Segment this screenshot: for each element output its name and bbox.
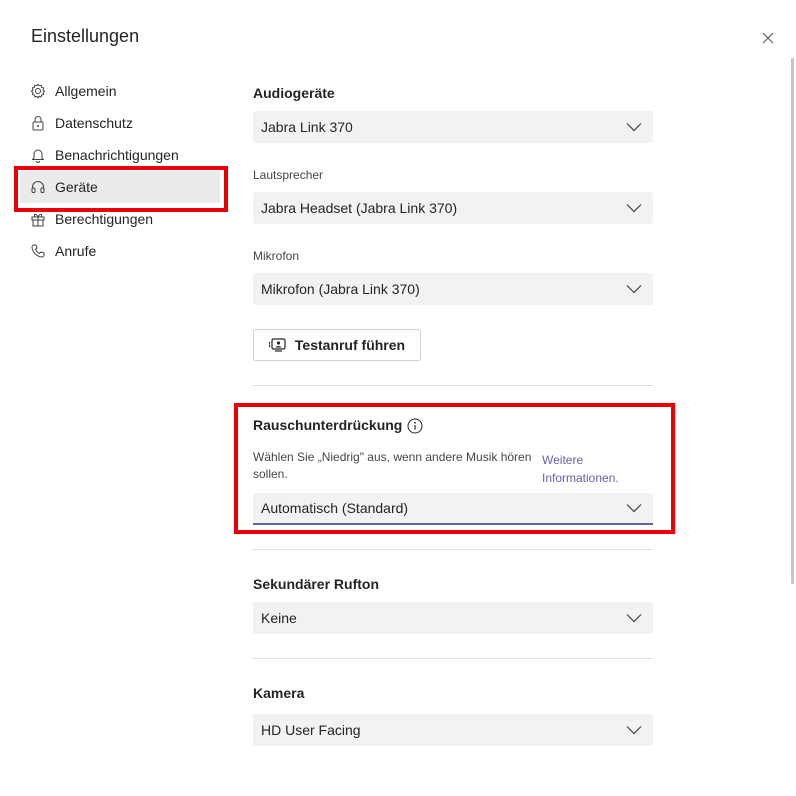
sidebar-item-berechtigungen[interactable]: Berechtigungen [20, 203, 220, 235]
chevron-down-icon [625, 609, 643, 627]
section-title-noise: Rauschunterdrückung [253, 417, 403, 433]
sidebar-item-label: Anrufe [55, 243, 97, 259]
dropdown-value: Mikrofon (Jabra Link 370) [261, 281, 420, 297]
info-icon[interactable] [407, 418, 423, 434]
noise-description: Wählen Sie „Niedrig" aus, wenn andere Mu… [253, 450, 532, 481]
secondary-ringer-dropdown[interactable]: Keine [253, 602, 653, 634]
test-call-label: Testanruf führen [294, 337, 406, 353]
dropdown-value: Jabra Link 370 [261, 119, 353, 135]
sidebar-item-label: Benachrichtigungen [55, 147, 179, 163]
headset-icon [29, 178, 47, 196]
divider [253, 385, 653, 386]
phone-icon [29, 242, 47, 260]
sidebar-item-label: Allgemein [55, 83, 117, 99]
dropdown-value: HD User Facing [261, 722, 361, 738]
section-title-camera: Kamera [253, 685, 305, 701]
bell-icon [29, 146, 47, 164]
close-icon [762, 32, 774, 44]
sidebar-item-label: Geräte [55, 179, 98, 195]
section-title-ringer: Sekundärer Rufton [253, 576, 380, 592]
speaker-dropdown[interactable]: Jabra Headset (Jabra Link 370) [253, 192, 653, 224]
chevron-down-icon [625, 280, 643, 298]
gear-icon [29, 82, 47, 100]
camera-dropdown[interactable]: HD User Facing [253, 714, 653, 746]
chevron-down-icon [625, 721, 643, 739]
test-call-button[interactable]: Testanruf führen [253, 329, 421, 361]
sidebar-item-geraete[interactable]: Geräte [20, 171, 220, 203]
sidebar-item-anrufe[interactable]: Anrufe [20, 235, 220, 267]
dropdown-value: Jabra Headset (Jabra Link 370) [261, 200, 458, 216]
mic-label: Mikrofon [253, 249, 300, 263]
audio-device-dropdown[interactable]: Jabra Link 370 [253, 111, 653, 143]
noise-suppression-dropdown[interactable]: Automatisch (Standard) [253, 493, 653, 525]
sidebar-item-label: Datenschutz [55, 115, 133, 131]
divider [253, 658, 653, 659]
chevron-down-icon [625, 118, 643, 136]
divider [253, 549, 653, 550]
test-call-icon [268, 337, 287, 353]
dropdown-value: Automatisch (Standard) [261, 500, 409, 516]
sidebar-item-datenschutz[interactable]: Datenschutz [20, 107, 220, 139]
sidebar-item-benachrichtigungen[interactable]: Benachrichtigungen [20, 139, 220, 171]
scrollbar[interactable] [791, 58, 794, 584]
chevron-down-icon [625, 199, 643, 217]
close-button[interactable] [758, 28, 778, 48]
dropdown-value: Keine [261, 610, 297, 626]
page-title: Einstellungen [31, 26, 140, 46]
lock-icon [29, 114, 47, 132]
more-info-link[interactable]: Weitere Informationen. [542, 451, 642, 487]
gift-box-icon [29, 210, 47, 228]
sidebar-item-allgemein[interactable]: Allgemein [20, 75, 220, 107]
speaker-label: Lautsprecher [253, 168, 324, 182]
sidebar-item-label: Berechtigungen [55, 211, 154, 227]
chevron-down-icon [625, 499, 643, 517]
section-title-audio: Audiogeräte [253, 85, 335, 101]
mic-dropdown[interactable]: Mikrofon (Jabra Link 370) [253, 273, 653, 305]
